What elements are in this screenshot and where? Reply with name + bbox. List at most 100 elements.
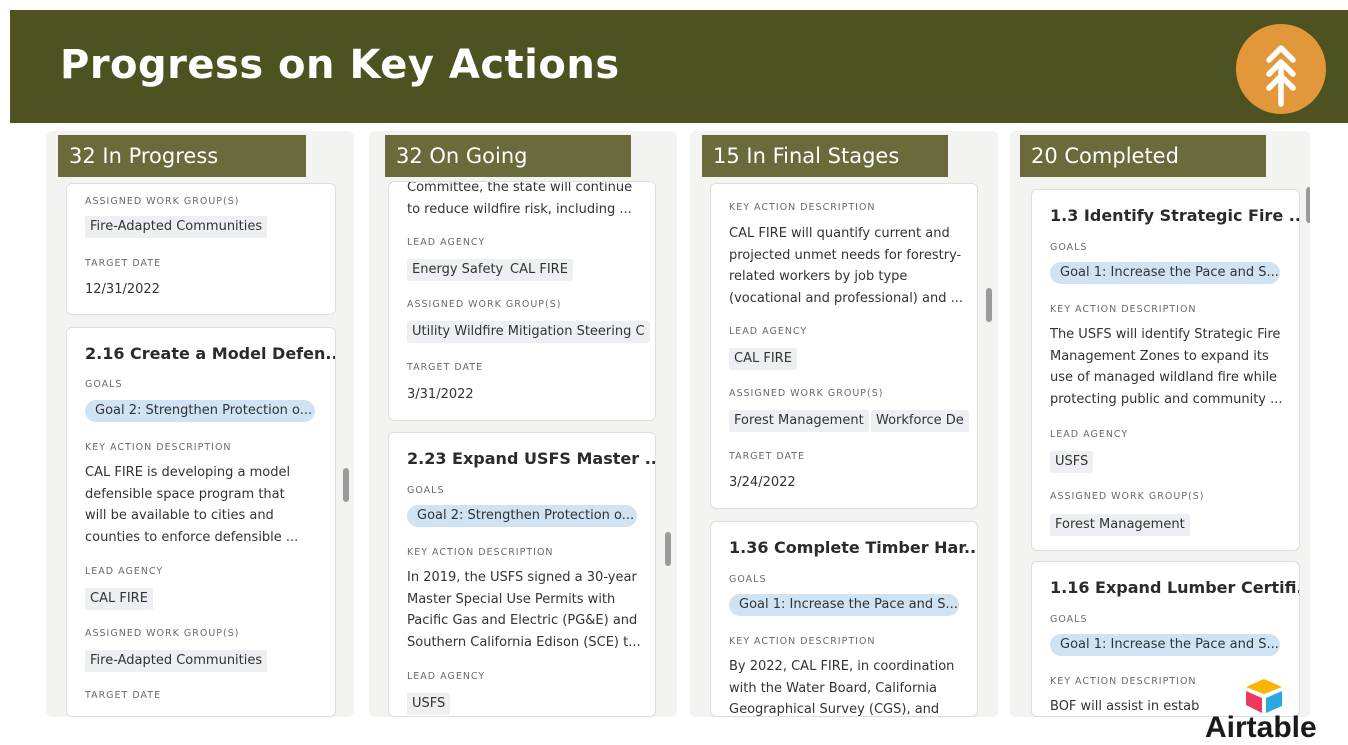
- field-label: LEAD AGENCY: [1050, 429, 1129, 440]
- column-header: 20 Completed: [1020, 135, 1266, 177]
- tree-logo: [1236, 24, 1326, 114]
- record-card[interactable]: Committee, the state will continue to re…: [388, 181, 656, 421]
- field-label: ASSIGNED WORK GROUP(S): [729, 388, 884, 399]
- goal-tag: Goal 1: Increase the Pace and S...: [1050, 634, 1280, 656]
- goal-tag: Goal 1: Increase the Pace and S...: [729, 594, 959, 616]
- card-title: 1.3 Identify Strategic Fire ...: [1050, 206, 1300, 225]
- field-label: KEY ACTION DESCRIPTION: [729, 636, 876, 647]
- description-line: defensible space program that: [85, 486, 285, 502]
- card-title: 1.36 Complete Timber Har...: [729, 538, 978, 557]
- record-card[interactable]: ASSIGNED WORK GROUP(S) Fire-Adapted Comm…: [66, 183, 336, 315]
- field-label: GOALS: [729, 574, 767, 585]
- target-date: 12/31/2022: [85, 282, 160, 297]
- description-line: Committee, the state will continue: [407, 181, 633, 195]
- key-action-description: In 2019, the USFS signed a 30-year Maste…: [407, 567, 641, 653]
- description-line: By 2022, CAL FIRE, in coordination: [729, 659, 955, 674]
- record-card[interactable]: 1.3 Identify Strategic Fire ... GOALS Go…: [1031, 189, 1300, 551]
- lead-agency-tag: CAL FIRE: [729, 348, 797, 370]
- description-line: protecting public and community ...: [1050, 391, 1283, 407]
- field-label: LEAD AGENCY: [729, 326, 808, 337]
- field-label: KEY ACTION DESCRIPTION: [1050, 304, 1197, 315]
- scrollbar-thumb[interactable]: [343, 468, 349, 502]
- field-label: KEY ACTION DESCRIPTION: [407, 547, 554, 558]
- lead-agency-tag: USFS: [1050, 451, 1094, 473]
- description-line: CAL FIRE will quantify current and: [729, 226, 950, 241]
- description-line: projected unmet needs for forestry-: [729, 247, 962, 263]
- key-action-description: By 2022, CAL FIRE, in coordination with …: [729, 656, 955, 717]
- description-line: Management Zones to expand its: [1050, 348, 1269, 364]
- card-title: 2.16 Create a Model Defen...: [85, 344, 336, 363]
- work-group-tag: Forest Management: [1050, 514, 1190, 536]
- lead-agency-tag: USFS: [407, 693, 451, 715]
- record-card[interactable]: KEY ACTION DESCRIPTION CAL FIRE will qua…: [710, 183, 978, 509]
- kanban-column-completed: 20 Completed 1.3 Identify Strategic Fire…: [1010, 131, 1310, 717]
- description-line: will be available to cities and: [85, 508, 274, 523]
- scrollbar-thumb[interactable]: [665, 532, 671, 566]
- description-line: BOF will assist in estab: [1050, 699, 1200, 714]
- key-action-description: Committee, the state will continue to re…: [407, 181, 633, 220]
- airtable-logo: Airtable: [1196, 675, 1336, 745]
- slide-title: Progress on Key Actions: [60, 42, 620, 88]
- kanban-column-in-progress: 32 In Progress ASSIGNED WORK GROUP(S) Fi…: [46, 131, 354, 717]
- lead-agency-tag: CAL FIRE: [505, 259, 573, 281]
- field-label: GOALS: [1050, 614, 1088, 625]
- field-label: ASSIGNED WORK GROUP(S): [407, 299, 562, 310]
- description-line: with the Water Board, California: [729, 680, 937, 696]
- card-title: 2.23 Expand USFS Master ...: [407, 449, 656, 468]
- kanban-column-in-final-stages: 15 In Final Stages KEY ACTION DESCRIPTIO…: [690, 131, 998, 717]
- field-label: KEY ACTION DESCRIPTION: [729, 202, 876, 213]
- field-label: KEY ACTION DESCRIPTION: [1050, 676, 1197, 687]
- work-group-tag: Workforce De: [871, 410, 969, 432]
- description-line: counties to enforce defensible ...: [85, 529, 299, 545]
- description-line: Master Special Use Permits with: [407, 591, 616, 607]
- column-header: 15 In Final Stages: [702, 135, 948, 177]
- field-label: ASSIGNED WORK GROUP(S): [85, 628, 240, 639]
- key-action-description: CAL FIRE will quantify current and proje…: [729, 223, 963, 309]
- work-group-tag: Fire-Adapted Communities: [85, 650, 268, 672]
- airtable-wordmark: Airtable: [1205, 711, 1317, 744]
- goal-tag: Goal 1: Increase the Pace and S...: [1050, 262, 1280, 284]
- description-line: The USFS will identify Strategic Fire: [1050, 327, 1281, 342]
- target-date: 3/31/2022: [407, 387, 474, 402]
- kanban-column-on-going: 32 On Going Committee, the state will co…: [369, 131, 677, 717]
- scrollbar-thumb[interactable]: [1306, 187, 1310, 223]
- field-label: ASSIGNED WORK GROUP(S): [1050, 491, 1205, 502]
- record-card[interactable]: 1.36 Complete Timber Har... GOALS Goal 1…: [710, 521, 978, 717]
- field-label: GOALS: [407, 485, 445, 496]
- airtable-icon: [1246, 679, 1282, 713]
- column-header: 32 In Progress: [58, 135, 306, 177]
- key-action-description: BOF will assist in estab: [1050, 696, 1200, 716]
- description-line: CAL FIRE is developing a model: [85, 465, 291, 480]
- field-label: TARGET DATE: [85, 690, 162, 701]
- description-line: Southern California Edison (SCE) t...: [407, 634, 641, 650]
- field-label: LEAD AGENCY: [407, 671, 486, 682]
- target-date: 3/24/2022: [729, 475, 796, 490]
- scrollbar-thumb[interactable]: [986, 288, 992, 322]
- tree-icon: [1266, 45, 1296, 107]
- card-title: 1.16 Expand Lumber Certifi...: [1050, 578, 1300, 597]
- column-header: 32 On Going: [385, 135, 631, 177]
- goal-tag: Goal 2: Strengthen Protection o...: [407, 505, 637, 527]
- record-card[interactable]: 2.16 Create a Model Defen... GOALS Goal …: [66, 327, 336, 717]
- description-line: In 2019, the USFS signed a 30-year: [407, 570, 637, 585]
- description-line: Geographical Survey (CGS), and: [729, 702, 940, 717]
- title-banner: Progress on Key Actions: [10, 10, 1348, 123]
- record-card[interactable]: 2.23 Expand USFS Master ... GOALS Goal 2…: [388, 432, 656, 717]
- field-label: ASSIGNED WORK GROUP(S): [85, 196, 240, 207]
- lead-agency-tag: CAL FIRE: [85, 588, 153, 610]
- field-label: LEAD AGENCY: [407, 237, 486, 248]
- work-group-tag: Utility Wildfire Mitigation Steering C: [407, 321, 650, 343]
- field-label: GOALS: [85, 379, 123, 390]
- description-line: to reduce wildfire risk, including ...: [407, 201, 632, 217]
- lead-agency-tag: Energy Safety: [407, 259, 509, 281]
- description-line: Pacific Gas and Electric (PG&E) and: [407, 613, 638, 628]
- work-group-tag: Fire-Adapted Communities: [85, 216, 268, 238]
- description-line: (vocational and professional) and ...: [729, 290, 963, 306]
- description-line: use of managed wildland fire while: [1050, 370, 1278, 385]
- key-action-description: CAL FIRE is developing a model defensibl…: [85, 462, 298, 548]
- field-label: LEAD AGENCY: [85, 566, 164, 577]
- field-label: KEY ACTION DESCRIPTION: [85, 442, 232, 453]
- field-label: TARGET DATE: [407, 362, 484, 373]
- goal-tag: Goal 2: Strengthen Protection o...: [85, 400, 315, 422]
- work-group-tag: Forest Management: [729, 410, 869, 432]
